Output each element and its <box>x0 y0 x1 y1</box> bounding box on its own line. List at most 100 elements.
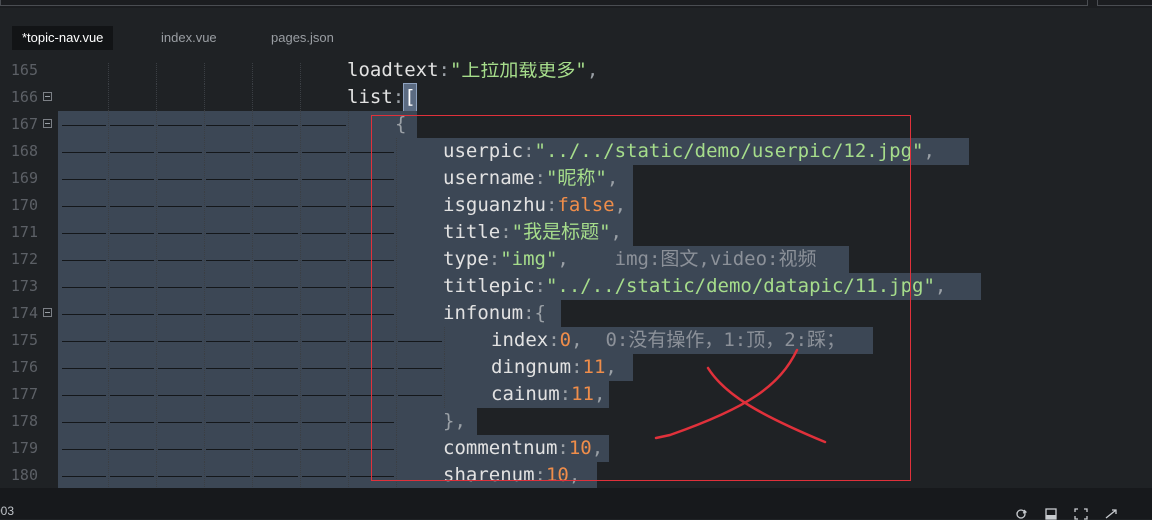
whitespace-marker <box>158 125 202 126</box>
indent-guide <box>204 462 205 488</box>
code-line[interactable]: 178}, <box>0 408 1152 435</box>
tab-index-vue[interactable]: index.vue <box>151 26 227 50</box>
code-line[interactable]: 168 userpic:"../../static/demo/userpic/12… <box>0 138 1152 165</box>
whitespace-marker <box>302 395 346 396</box>
fold-toggle-icon[interactable] <box>43 308 52 317</box>
code-text[interactable]: cainum:11, <box>491 381 605 408</box>
code-text[interactable]: list:[ <box>347 83 417 112</box>
code-editor[interactable]: 165 loadtext:"上拉加载更多", 166 list:[ 167 {168 use… <box>0 62 1152 488</box>
indent-guide <box>300 327 301 354</box>
indent-guide <box>108 62 109 84</box>
indent-guide <box>108 381 109 408</box>
code-line[interactable]: 171 title:"我是标题", <box>0 219 1152 246</box>
whitespace-marker <box>302 179 346 180</box>
indent-guide <box>108 84 109 111</box>
code-line[interactable]: 172 type:"img", img:图文,video:视频 <box>0 246 1152 273</box>
indent-guide <box>396 192 397 219</box>
indent-guide <box>156 62 157 84</box>
code-line[interactable]: 169 username:"昵称", <box>0 165 1152 192</box>
whitespace-marker <box>62 233 106 234</box>
indent-guide <box>348 273 349 300</box>
tab-pages-json[interactable]: pages.json <box>261 26 344 50</box>
code-line[interactable]: 170 isguanzhu:false, <box>0 192 1152 219</box>
indent-guide <box>204 300 205 327</box>
code-text[interactable]: infonum:{ <box>443 300 546 327</box>
indent-guide <box>252 435 253 462</box>
indent-guide <box>396 354 397 381</box>
indent-guide <box>156 381 157 408</box>
tab-topic-nav-vue[interactable]: *topic-nav.vue <box>12 26 114 50</box>
code-text[interactable]: titlepic:"../../static/demo/datapic/11.j… <box>443 273 946 300</box>
code-text[interactable]: loadtext:"上拉加载更多", <box>347 62 598 84</box>
code-text[interactable]: dingnum:11, <box>491 354 617 381</box>
whitespace-marker <box>254 368 298 369</box>
code-text[interactable]: { <box>395 111 406 138</box>
whitespace-marker <box>110 314 154 315</box>
indent-guide <box>396 435 397 462</box>
annotation-cross-mark <box>654 348 827 444</box>
line-number: 172 <box>10 250 38 268</box>
indent-guide <box>348 219 349 246</box>
indent-guide <box>252 327 253 354</box>
indent-guide <box>252 381 253 408</box>
fullscreen-icon[interactable] <box>1074 508 1088 520</box>
code-line[interactable]: 175 index:0, 0:没有操作，1:顶，2:踩； <box>0 327 1152 354</box>
indent-guide <box>204 246 205 273</box>
indent-guide <box>204 354 205 381</box>
code-line[interactable]: 176 dingnum:11, <box>0 354 1152 381</box>
code-text[interactable]: userpic:"../../static/demo/userpic/12.jp… <box>443 138 935 165</box>
indent-guide <box>300 192 301 219</box>
code-line[interactable]: 180 sharenum:10, <box>0 462 1152 488</box>
code-line[interactable]: 177 cainum:11, <box>0 381 1152 408</box>
indent-guide <box>156 273 157 300</box>
indent-guide <box>252 165 253 192</box>
whitespace-marker <box>206 476 250 477</box>
indent-guide <box>444 327 445 354</box>
indent-guide <box>252 219 253 246</box>
code-line[interactable]: 166 list:[ <box>0 83 1152 112</box>
code-line[interactable]: 167 { <box>0 111 1152 138</box>
whitespace-marker <box>254 341 298 342</box>
indent-guide <box>156 192 157 219</box>
whitespace-marker <box>110 476 154 477</box>
indent-guide <box>300 408 301 435</box>
code-line[interactable]: 173 titlepic:"../../static/demo/datapic/1… <box>0 273 1152 300</box>
code-text[interactable]: isguanzhu:false, <box>443 192 626 219</box>
fold-toggle-icon[interactable] <box>43 92 52 101</box>
indent-guide <box>108 273 109 300</box>
code-line[interactable]: 174 infonum:{ <box>0 300 1152 327</box>
indent-guide <box>156 111 157 138</box>
whitespace-marker <box>350 476 394 477</box>
line-number: 167 <box>10 115 38 133</box>
indent-guide <box>156 462 157 488</box>
code-text[interactable]: type:"img", img:图文,video:视频 <box>443 246 816 273</box>
whitespace-marker <box>206 179 250 180</box>
code-line[interactable]: 179 commentnum:10, <box>0 435 1152 462</box>
panel-icon[interactable] <box>1044 508 1058 520</box>
indent-guide <box>108 462 109 488</box>
code-text[interactable]: username:"昵称", <box>443 165 618 192</box>
code-text[interactable]: sharenum:10, <box>443 462 580 488</box>
whitespace-marker <box>398 341 442 342</box>
indent-guide <box>204 62 205 84</box>
whitespace-marker <box>254 395 298 396</box>
whitespace-marker <box>302 206 346 207</box>
code-line[interactable]: 165 loadtext:"上拉加载更多", <box>0 62 1152 84</box>
indent-guide <box>396 381 397 408</box>
expand-icon[interactable] <box>1104 508 1118 520</box>
indent-guide <box>396 462 397 488</box>
sync-icon[interactable] <box>1014 508 1028 520</box>
whitespace-marker <box>398 368 442 369</box>
fold-toggle-icon[interactable] <box>43 119 52 128</box>
whitespace-marker <box>110 179 154 180</box>
indent-guide <box>108 300 109 327</box>
code-text[interactable]: commentnum:10, <box>443 435 603 462</box>
indent-guide <box>156 354 157 381</box>
whitespace-marker <box>350 341 394 342</box>
whitespace-marker <box>206 125 250 126</box>
indent-guide <box>108 219 109 246</box>
whitespace-marker <box>206 368 250 369</box>
code-text[interactable]: }, <box>443 408 466 435</box>
indent-guide <box>300 273 301 300</box>
code-text[interactable]: title:"我是标题", <box>443 219 622 246</box>
